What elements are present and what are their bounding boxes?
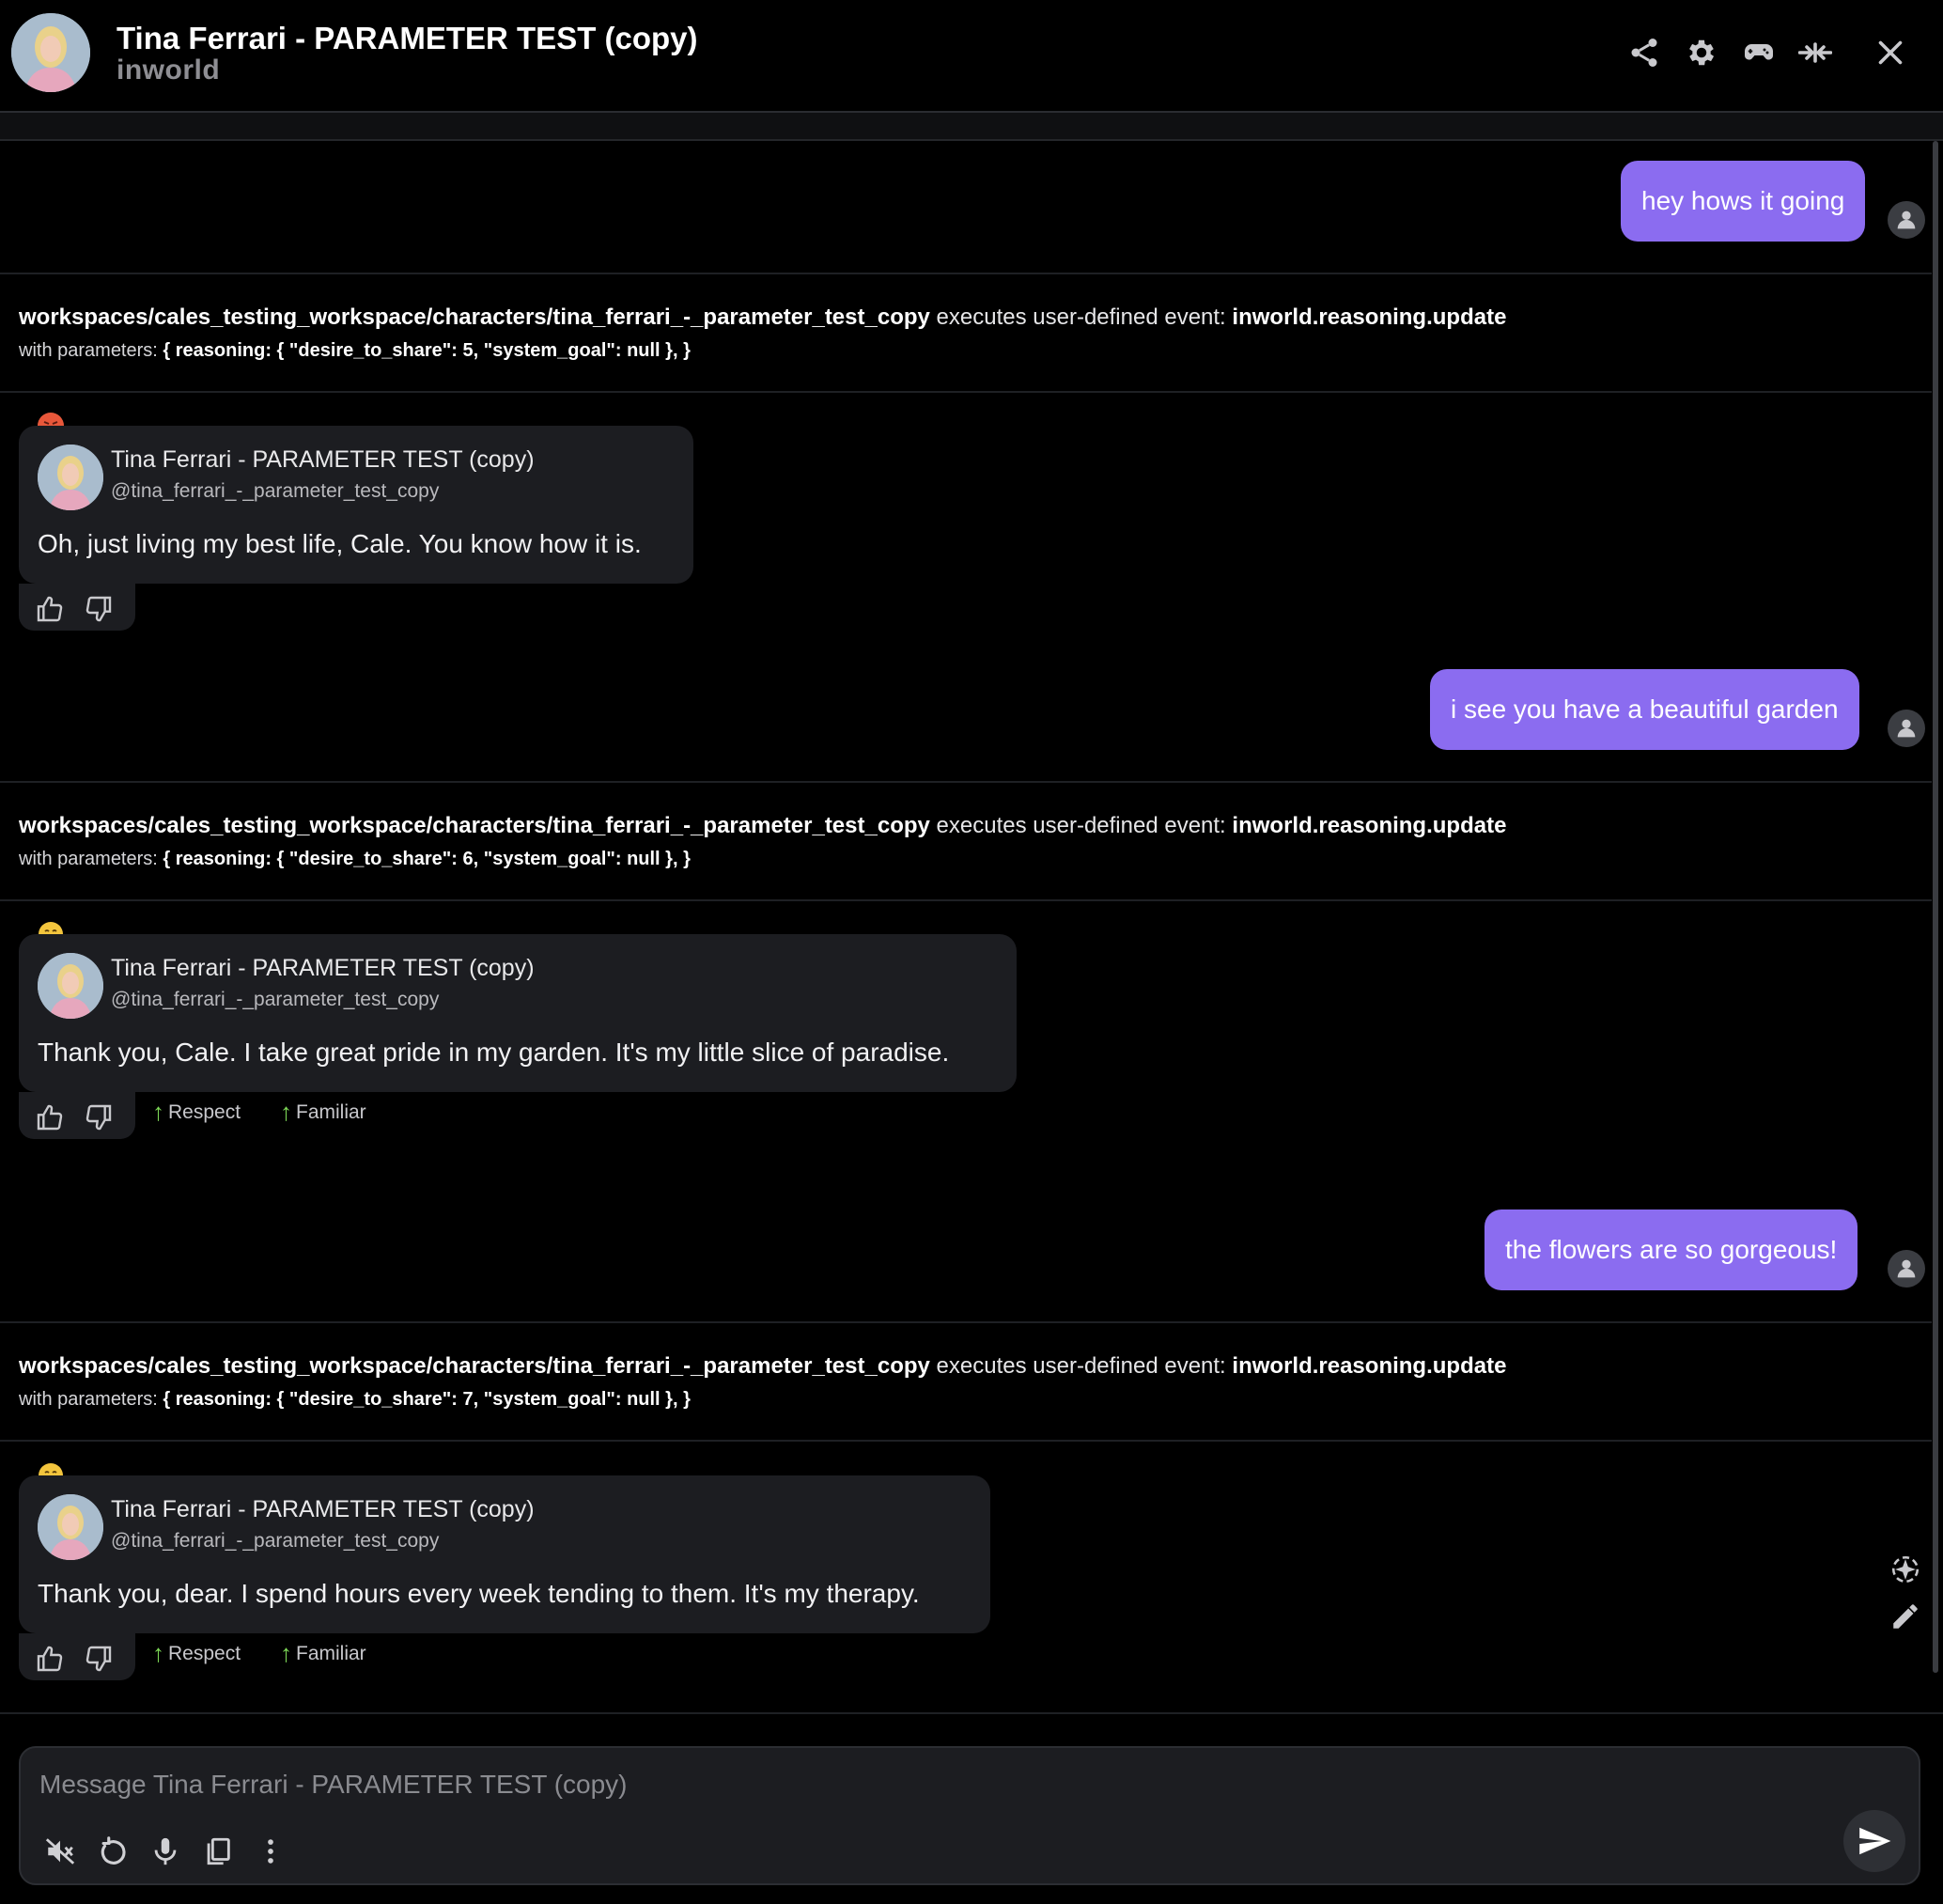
character-avatar <box>11 13 90 92</box>
event-log: workspaces/cales_testing_workspace/chara… <box>0 1321 1932 1442</box>
event-with-text: with parameters: <box>19 340 158 361</box>
character-name: Tina Ferrari - PARAMETER TEST (copy) <box>111 446 535 473</box>
event-params: { reasoning: { "desire_to_share": 6, "sy… <box>163 849 691 869</box>
send-button[interactable] <box>1843 1810 1905 1872</box>
user-avatar-icon <box>1888 201 1925 239</box>
character-handle: @tina_ferrari_-_parameter_test_copy <box>111 1530 440 1552</box>
arrow-up-icon: ↑ <box>152 1098 164 1126</box>
input-divider <box>0 1712 1943 1714</box>
thumbs-down-icon[interactable] <box>81 1641 117 1677</box>
arrow-up-icon: ↑ <box>152 1639 164 1667</box>
event-executes-text: executes user-defined event: <box>936 304 1226 330</box>
share-icon[interactable] <box>1624 32 1665 73</box>
event-path: workspaces/cales_testing_workspace/chara… <box>19 813 930 838</box>
close-icon[interactable] <box>1870 32 1911 73</box>
event-params: { reasoning: { "desire_to_share": 5, "sy… <box>163 340 691 361</box>
pencil-icon[interactable] <box>1887 1598 1924 1635</box>
bot-message: Tina Ferrari - PARAMETER TEST (copy) @ti… <box>19 426 693 584</box>
event-with-text: with parameters: <box>19 1389 158 1410</box>
user-message: the flowers are so gorgeous! <box>1484 1210 1858 1290</box>
character-avatar <box>38 1494 103 1560</box>
mute-icon[interactable] <box>39 1831 81 1872</box>
message-composer <box>19 1746 1920 1885</box>
chat-scrollbar[interactable] <box>1933 141 1938 1673</box>
feedback-bar <box>19 1092 135 1139</box>
bot-message-text: Thank you, dear. I spend hours every wee… <box>38 1579 920 1608</box>
event-log: workspaces/cales_testing_workspace/chara… <box>0 273 1932 393</box>
page-title: Tina Ferrari - PARAMETER TEST (copy) <box>117 21 698 55</box>
event-with-text: with parameters: <box>19 849 158 869</box>
character-name: Tina Ferrari - PARAMETER TEST (copy) <box>111 1496 535 1522</box>
thumbs-up-icon[interactable] <box>32 591 68 627</box>
character-avatar <box>38 953 103 1019</box>
user-avatar-icon <box>1888 1250 1925 1288</box>
character-name: Tina Ferrari - PARAMETER TEST (copy) <box>111 955 535 981</box>
chat-header: Tina Ferrari - PARAMETER TEST (copy) inw… <box>0 0 1943 113</box>
more-options-icon[interactable] <box>250 1831 291 1872</box>
sparkle-refresh-icon[interactable] <box>1887 1551 1924 1588</box>
event-name: inworld.reasoning.update <box>1232 1353 1507 1379</box>
event-executes-text: executes user-defined event: <box>936 1353 1226 1379</box>
user-message: hey hows it going <box>1621 161 1866 242</box>
bot-message-text: Oh, just living my best life, Cale. You … <box>38 529 642 558</box>
brand-logo: inworld <box>117 55 221 86</box>
arrow-up-icon: ↑ <box>280 1098 292 1126</box>
character-avatar <box>38 445 103 510</box>
event-executes-text: executes user-defined event: <box>936 813 1226 838</box>
gamepad-icon[interactable] <box>1738 32 1780 73</box>
bot-message-text: Thank you, Cale. I take great pride in m… <box>38 1038 950 1067</box>
message-input[interactable] <box>39 1761 1881 1808</box>
event-path: workspaces/cales_testing_workspace/chara… <box>19 304 930 330</box>
gear-icon[interactable] <box>1681 32 1722 73</box>
copy-icon[interactable] <box>197 1831 239 1872</box>
thumbs-up-icon[interactable] <box>32 1100 68 1135</box>
header-divider <box>0 113 1943 141</box>
user-avatar-icon <box>1888 710 1925 747</box>
event-params: { reasoning: { "desire_to_share": 7, "sy… <box>163 1389 691 1410</box>
restart-icon[interactable] <box>92 1831 133 1872</box>
feedback-bar <box>19 1633 135 1680</box>
bot-message: Tina Ferrari - PARAMETER TEST (copy) @ti… <box>19 1475 990 1633</box>
relation-respect: ↑ Respect <box>152 1098 241 1126</box>
thumbs-down-icon[interactable] <box>81 591 117 627</box>
relation-familiar: ↑ Familiar <box>280 1639 366 1667</box>
thumbs-down-icon[interactable] <box>81 1100 117 1135</box>
event-name: inworld.reasoning.update <box>1232 304 1507 330</box>
bot-message: Tina Ferrari - PARAMETER TEST (copy) @ti… <box>19 934 1017 1092</box>
relation-familiar: ↑ Familiar <box>280 1098 366 1126</box>
collapse-icon[interactable] <box>1795 32 1836 73</box>
event-path: workspaces/cales_testing_workspace/chara… <box>19 1353 930 1379</box>
user-message: i see you have a beautiful garden <box>1430 669 1859 750</box>
character-handle: @tina_ferrari_-_parameter_test_copy <box>111 480 440 502</box>
chat-transcript[interactable]: hey hows it going workspaces/cales_testi… <box>0 141 1932 1712</box>
character-handle: @tina_ferrari_-_parameter_test_copy <box>111 989 440 1010</box>
event-name: inworld.reasoning.update <box>1232 813 1507 838</box>
relation-respect: ↑ Respect <box>152 1639 241 1667</box>
feedback-bar <box>19 584 135 631</box>
send-icon <box>1859 1827 1891 1855</box>
event-log: workspaces/cales_testing_workspace/chara… <box>0 781 1932 901</box>
arrow-up-icon: ↑ <box>280 1639 292 1667</box>
microphone-icon[interactable] <box>145 1831 186 1872</box>
thumbs-up-icon[interactable] <box>32 1641 68 1677</box>
